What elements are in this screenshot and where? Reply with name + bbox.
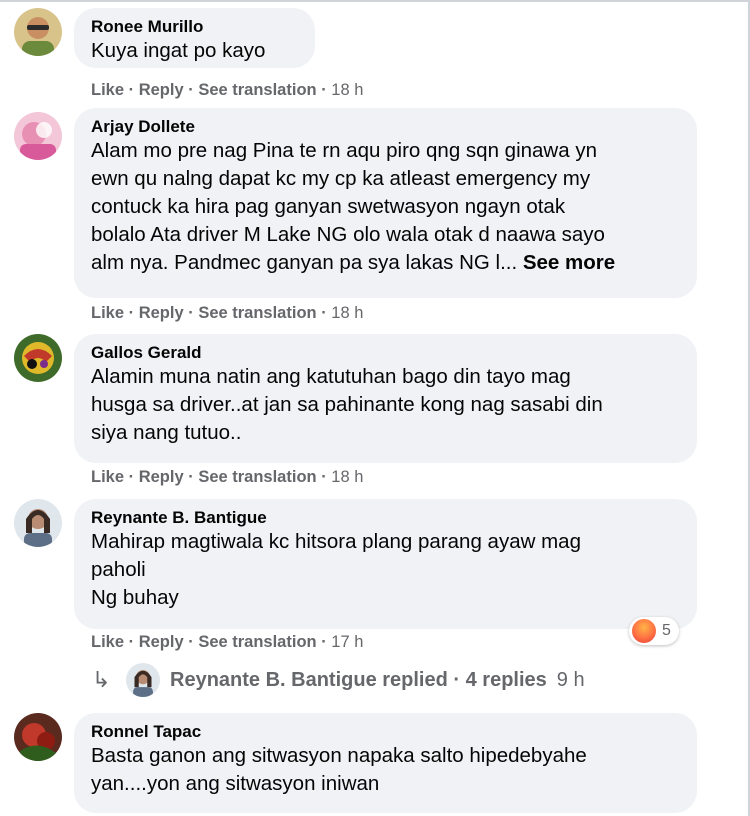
like-link[interactable]: Like <box>91 304 124 322</box>
comment-author[interactable]: Ronee Murillo <box>91 17 297 37</box>
comment-text-line: bolalo Ata driver M Lake NG olo wala ota… <box>91 223 605 246</box>
see-translation-link[interactable]: See translation <box>198 81 316 99</box>
comment-text: Alamin muna natin ang katutuhan bago din… <box>91 363 679 447</box>
comment-text-line: Mahirap magtiwala kc hitsora plang paran… <box>91 530 581 553</box>
comment-text-line: Alam mo pre nag Pina te rn aqu piro qng … <box>91 139 597 162</box>
reply-link[interactable]: Reply <box>139 304 184 322</box>
comment-bubble: Ronee Murillo Kuya ingat po kayo <box>74 8 315 68</box>
see-translation-link[interactable]: See translation <box>198 633 316 651</box>
comments-panel: Ronee Murillo Kuya ingat po kayo Like · … <box>0 0 750 816</box>
comment-text-line: husga sa driver..at jan sa pahinante kon… <box>91 393 603 416</box>
comment-actions: Like · Reply · See translation · 18 h <box>91 468 364 486</box>
like-link[interactable]: Like <box>91 633 124 651</box>
avatar <box>126 663 160 697</box>
comment-actions: Like · Reply · See translation · 17 h <box>91 633 364 651</box>
comment-author[interactable]: Gallos Gerald <box>91 343 679 363</box>
comment-timestamp[interactable]: 17 h <box>331 633 363 651</box>
avatar[interactable] <box>14 112 62 160</box>
see-translation-link[interactable]: See translation <box>198 468 316 486</box>
comment-text-line: yan....yon ang sitwasyon iniwan <box>91 772 380 795</box>
avatar[interactable] <box>14 8 62 56</box>
avatar[interactable] <box>14 713 62 761</box>
comment-text-line: alm nya. Pandmec ganyan pa sya lakas NG … <box>91 249 679 277</box>
comment-text-line: Kuya ingat po kayo <box>91 39 266 62</box>
see-more-link[interactable]: See more <box>523 251 615 274</box>
comment-timestamp[interactable]: 18 h <box>331 468 363 486</box>
reply-link[interactable]: Reply <box>139 81 184 99</box>
comment-bubble: Reynante B. Bantigue Mahirap magtiwala k… <box>74 499 697 629</box>
see-translation-link[interactable]: See translation <box>198 304 316 322</box>
comment-actions: Like · Reply · See translation · 18 h <box>91 304 364 322</box>
comment-bubble: Ronnel Tapac Basta ganon ang sitwasyon n… <box>74 713 697 813</box>
comment-text: Kuya ingat po kayo <box>91 37 297 65</box>
like-link[interactable]: Like <box>91 468 124 486</box>
reaction-summary[interactable]: 5 <box>629 617 679 645</box>
comment-text-truncated: alm nya. Pandmec ganyan pa sya lakas NG … <box>91 251 518 274</box>
avatar[interactable] <box>14 499 62 547</box>
reply-link[interactable]: Reply <box>139 468 184 486</box>
angry-reaction-icon <box>632 619 656 643</box>
comment-actions: Like · Reply · See translation · 18 h <box>91 81 364 99</box>
comment-text-line: Ng buhay <box>91 586 179 609</box>
replies-summary: Reynante B. Bantigue replied · 4 replies <box>170 668 547 691</box>
comment-timestamp[interactable]: 18 h <box>331 304 363 322</box>
comment-text: Mahirap magtiwala kc hitsora plang paran… <box>91 528 679 612</box>
comment-text-line: ewn qu nalng dapat kc my cp ka atleast e… <box>91 167 591 190</box>
like-link[interactable]: Like <box>91 81 124 99</box>
avatar[interactable] <box>14 334 62 382</box>
comment-timestamp[interactable]: 18 h <box>331 81 363 99</box>
comment-author[interactable]: Reynante B. Bantigue <box>91 508 679 528</box>
comment-author[interactable]: Ronnel Tapac <box>91 722 679 742</box>
comment-text-line: siya nang tutuo.. <box>91 421 242 444</box>
comment-text: Alam mo pre nag Pina te rn aqu piro qng … <box>91 137 679 277</box>
reply-link[interactable]: Reply <box>139 633 184 651</box>
reply-arrow-icon: ↳ <box>92 667 111 692</box>
view-replies-link[interactable]: ↳ Reynante B. Bantigue replied · 4 repli… <box>92 663 585 697</box>
comment-text-line: Alamin muna natin ang katutuhan bago din… <box>91 365 571 388</box>
comment-text-line: contuck ka hira pag ganyan swetwasyon ng… <box>91 195 566 218</box>
comment-bubble: Arjay Dollete Alam mo pre nag Pina te rn… <box>74 108 697 298</box>
comment-author[interactable]: Arjay Dollete <box>91 117 679 137</box>
comment-bubble: Gallos Gerald Alamin muna natin ang katu… <box>74 334 697 463</box>
comment-text: Basta ganon ang sitwasyon napaka salto h… <box>91 742 679 798</box>
reaction-count: 5 <box>662 622 671 639</box>
comment-text-line: paholi <box>91 558 146 581</box>
comment-text-line: Basta ganon ang sitwasyon napaka salto h… <box>91 744 587 767</box>
replies-timestamp: 9 h <box>556 668 585 691</box>
